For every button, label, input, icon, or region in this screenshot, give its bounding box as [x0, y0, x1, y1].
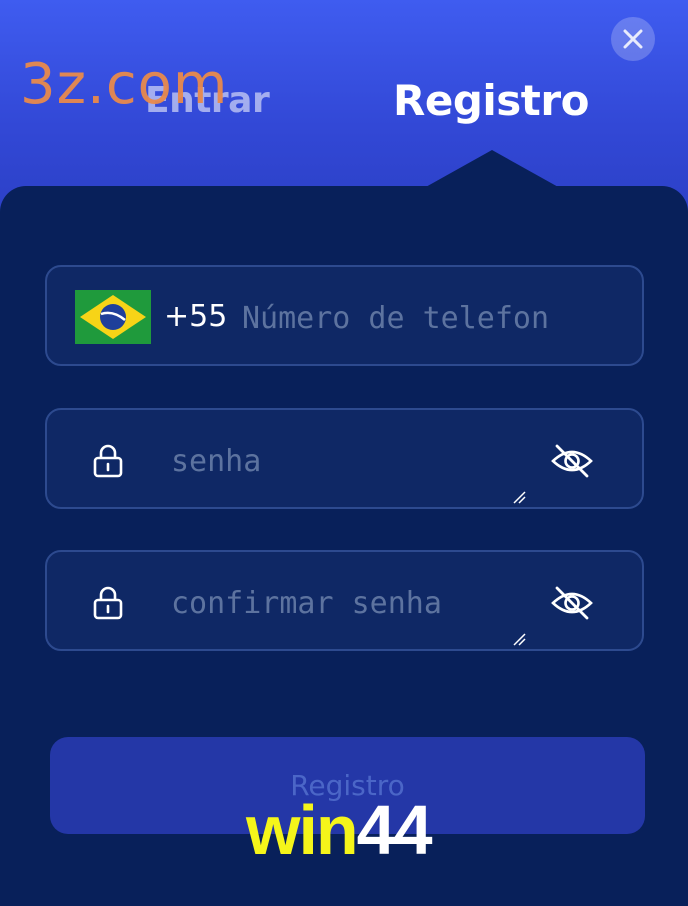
- lock-icon: [93, 586, 123, 620]
- tab-registro[interactable]: Registro: [393, 76, 589, 125]
- country-dial-code[interactable]: +55: [164, 299, 227, 334]
- resize-handle-icon[interactable]: [512, 490, 526, 504]
- eye-off-icon[interactable]: [550, 585, 594, 621]
- phone-input[interactable]: Número de telefon: [242, 301, 602, 336]
- confirm-password-input[interactable]: confirmar senha: [171, 586, 442, 621]
- watermark-top: 3z.com: [20, 52, 229, 117]
- lock-icon: [93, 444, 123, 478]
- password-input[interactable]: senha: [171, 444, 261, 479]
- resize-handle-icon[interactable]: [512, 632, 526, 646]
- watermark-bottom: win44: [246, 790, 433, 870]
- phone-field[interactable]: +55 Número de telefon: [45, 265, 644, 366]
- brazil-flag-icon[interactable]: [75, 290, 151, 344]
- close-icon: [623, 29, 643, 49]
- active-tab-indicator: [424, 150, 560, 188]
- watermark-44: 44: [356, 791, 433, 869]
- watermark-win: win: [246, 791, 359, 869]
- confirm-password-field[interactable]: confirmar senha: [45, 550, 644, 651]
- password-field[interactable]: senha: [45, 408, 644, 509]
- eye-off-icon[interactable]: [550, 443, 594, 479]
- close-button[interactable]: [611, 17, 655, 61]
